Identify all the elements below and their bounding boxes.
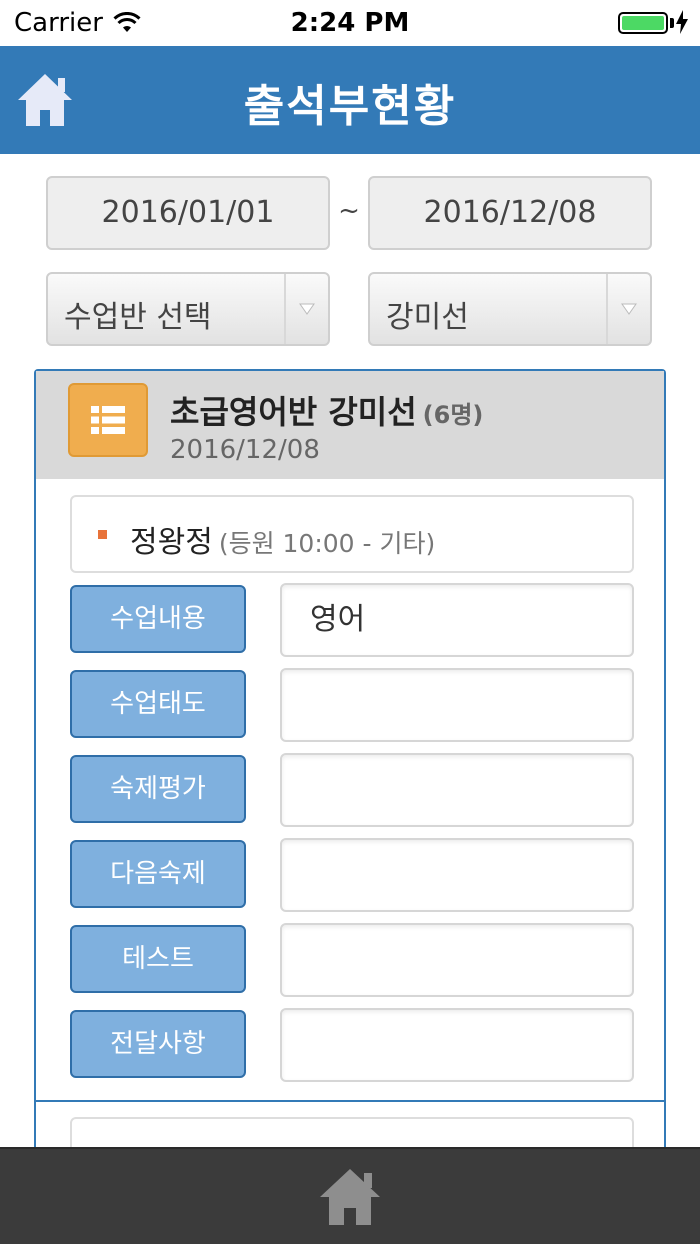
status-time: 2:24 PM xyxy=(290,8,410,38)
bottom-tab-bar xyxy=(0,1147,700,1244)
student-name: 정왕정 (등원 10:00 - 기타) xyxy=(130,517,435,561)
teacher-select-arrow[interactable] xyxy=(606,274,650,344)
class-select[interactable]: 수업반 선택 xyxy=(46,272,330,346)
panel-divider xyxy=(36,1100,664,1102)
field-label-lesson-content[interactable]: 수업내용 xyxy=(70,585,246,653)
list-icon xyxy=(68,383,148,457)
class-panel-header[interactable]: 초급영어반 강미선 (6명) 2016/12/08 xyxy=(36,371,664,479)
battery-icon xyxy=(618,12,668,34)
class-panel: 초급영어반 강미선 (6명) 2016/12/08 정왕정 (등원 10:00 - … xyxy=(34,369,666,1195)
home-icon xyxy=(320,1169,380,1225)
teacher-select-value: 강미선 xyxy=(386,300,469,335)
bullet-icon xyxy=(98,530,107,539)
page-title: 출석부현황 xyxy=(243,81,457,132)
field-label-next-homework[interactable]: 다음숙제 xyxy=(70,840,246,908)
class-title: 초급영어반 강미선 (6명) xyxy=(170,387,483,433)
field-input-attitude[interactable] xyxy=(280,668,634,742)
tab-home-button[interactable] xyxy=(316,1165,384,1229)
chevron-down-icon xyxy=(299,303,315,315)
battery-fill xyxy=(622,16,664,30)
student-header[interactable]: 정왕정 (등원 10:00 - 기타) xyxy=(70,495,634,573)
field-label-test[interactable]: 테스트 xyxy=(70,925,246,993)
field-input-next-homework[interactable] xyxy=(280,838,634,912)
field-label-attitude[interactable]: 수업태도 xyxy=(70,670,246,738)
class-student-count: (6명) xyxy=(422,401,484,429)
class-select-arrow[interactable] xyxy=(284,274,328,344)
class-date: 2016/12/08 xyxy=(170,435,320,465)
app-header: 출석부현황 xyxy=(0,46,700,154)
chevron-down-icon xyxy=(621,303,637,315)
field-input-lesson-content[interactable]: 영어 xyxy=(280,583,634,657)
field-input-homework-eval[interactable] xyxy=(280,753,634,827)
status-bar: Carrier 2:24 PM xyxy=(0,0,700,46)
battery-tip xyxy=(670,18,674,28)
date-separator: ~ xyxy=(338,196,360,226)
field-label-homework-eval[interactable]: 숙제평가 xyxy=(70,755,246,823)
date-to-input[interactable]: 2016/12/08 xyxy=(368,176,652,250)
student-name-text: 정왕정 xyxy=(130,525,213,560)
field-input-message[interactable] xyxy=(280,1008,634,1082)
field-input-test[interactable] xyxy=(280,923,634,997)
field-label-message[interactable]: 전달사항 xyxy=(70,1010,246,1078)
class-select-value: 수업반 선택 xyxy=(64,300,212,335)
student-note: (등원 10:00 - 기타) xyxy=(218,529,436,558)
charging-icon xyxy=(676,10,688,34)
date-from-input[interactable]: 2016/01/01 xyxy=(46,176,330,250)
class-name: 초급영어반 강미선 xyxy=(170,393,417,431)
teacher-select[interactable]: 강미선 xyxy=(368,272,652,346)
